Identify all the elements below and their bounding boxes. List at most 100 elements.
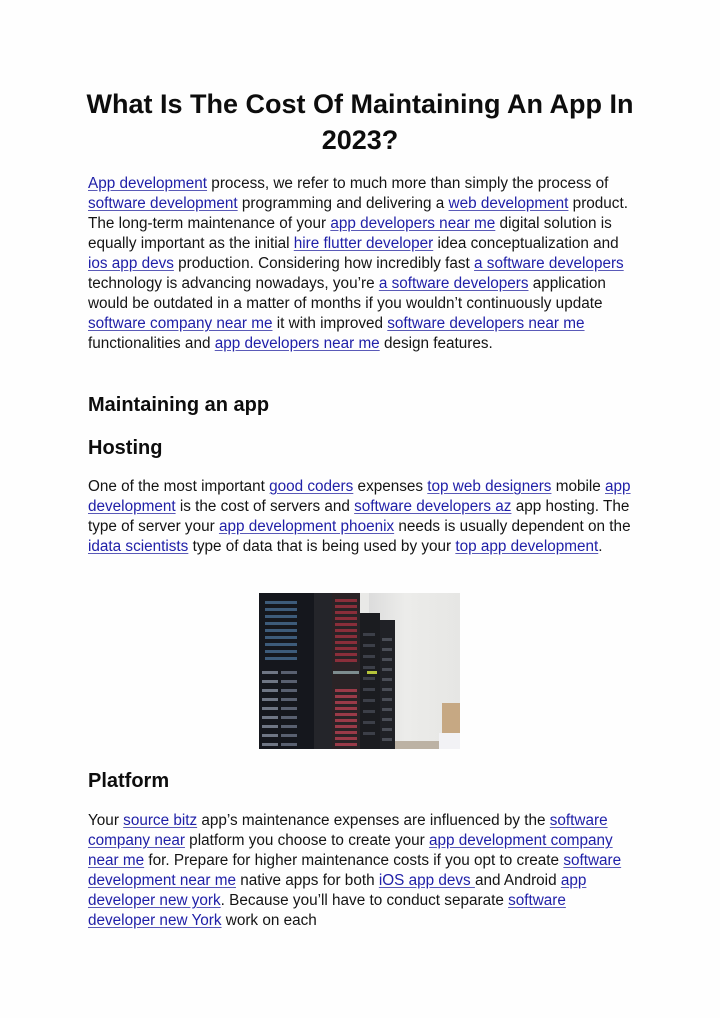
body-text: work on each [221, 912, 317, 929]
inline-link[interactable]: software company near me [88, 315, 273, 332]
image-rack-slot [281, 698, 297, 701]
image-rack-slot [335, 689, 357, 692]
inline-link[interactable]: web development [449, 195, 569, 212]
page-title: What Is The Cost Of Maintaining An App I… [86, 89, 634, 155]
image-rack-slot [363, 699, 375, 702]
image-rack-slot [281, 725, 297, 728]
image-rack-slot [281, 707, 297, 710]
image-rack-slot [335, 617, 357, 620]
image-rack-slot [262, 689, 278, 692]
image-rack-slot [363, 688, 375, 691]
image-rack-slot [335, 647, 357, 650]
body-text: needs is usually dependent on the [394, 518, 631, 535]
image-rack-slot [265, 608, 297, 611]
image-rack-slot [382, 698, 392, 701]
image-rack-slot [335, 611, 357, 614]
image-rack-slot [265, 657, 297, 660]
body-text: is the cost of servers and [175, 498, 355, 515]
inline-link[interactable]: software developers az [354, 498, 511, 515]
body-text: it with improved [272, 315, 388, 332]
image-rack-slot [335, 599, 357, 602]
body-text: Your [88, 812, 124, 829]
image-rack-slot [363, 644, 375, 647]
body-text: . Because you’ll have to conduct separat… [220, 892, 509, 909]
image-rack-slot [335, 713, 357, 716]
image-rack-slot [335, 629, 357, 632]
inline-link[interactable]: hire flutter developer [294, 235, 433, 252]
inline-link[interactable]: a software developers [379, 275, 529, 292]
inline-link[interactable]: software development [88, 195, 238, 212]
inline-link[interactable]: app developers near me [215, 335, 380, 352]
hosting-paragraph: One of the most important good coders ex… [88, 477, 633, 557]
body-text: type of data that is being used by your [188, 538, 456, 555]
intro-paragraph: App development process, we refer to muc… [88, 174, 633, 354]
image-rack-slot [335, 605, 357, 608]
inline-link[interactable]: top web designers [427, 478, 551, 495]
body-text: technology is advancing nowadays, you’re [88, 275, 379, 292]
inline-link[interactable]: top app development [455, 538, 598, 555]
image-rack-slot [262, 725, 278, 728]
image-rack-slot [335, 635, 357, 638]
image-rack-slot [382, 708, 392, 711]
body-text: app’s maintenance expenses are influence… [197, 812, 550, 829]
inline-link[interactable]: app developers near me [330, 215, 495, 232]
image-rack-slot [281, 671, 297, 674]
body-text: One of the most important [88, 478, 270, 495]
image-rack-slot [382, 648, 392, 651]
body-text: idea conceptualization and [433, 235, 619, 252]
image-rack-slot [262, 671, 278, 674]
image-rack-slot [335, 653, 357, 656]
image-rack-slot [265, 615, 297, 618]
image-rack-slot [382, 688, 392, 691]
image-rack-slot [335, 701, 357, 704]
image-rack-slot [335, 623, 357, 626]
image-rack-slot [265, 650, 297, 653]
image-rack-slot [262, 707, 278, 710]
image-rack-slot [363, 677, 375, 680]
inline-link[interactable]: a software developers [474, 255, 624, 272]
image-rack-slot [363, 721, 375, 724]
image-rack-slot [382, 738, 392, 741]
image-rack-slot [335, 641, 357, 644]
image-rack-slot [281, 734, 297, 737]
inline-link[interactable]: App development [88, 175, 207, 192]
image-rack-slot [335, 743, 357, 746]
inline-link[interactable]: software developers near me [387, 315, 584, 332]
inline-link[interactable]: good coders [269, 478, 353, 495]
heading-platform: Platform [88, 770, 170, 792]
image-rack-slot [382, 718, 392, 721]
inline-link[interactable]: iOS app devs [379, 872, 475, 889]
body-text: native apps for both [235, 872, 379, 889]
body-text: functionalities and [88, 335, 215, 352]
body-text: for. Prepare for higher maintenance cost… [144, 852, 564, 869]
body-text: design features. [379, 335, 493, 352]
body-text: mobile [551, 478, 606, 495]
inline-link[interactable]: source bitz [123, 812, 197, 829]
image-rack-slot [265, 601, 297, 604]
body-text: production. Considering how incredibly f… [173, 255, 475, 272]
image-rack-slot [262, 743, 278, 746]
image-rack-slot [363, 732, 375, 735]
inline-link[interactable]: idata scientists [88, 538, 188, 555]
image-rack-slot [363, 710, 375, 713]
body-text: process, we refer to much more than simp… [207, 175, 609, 192]
image-rack-slot [382, 728, 392, 731]
body-text: and Android [474, 872, 561, 889]
heading-hosting: Hosting [88, 437, 163, 459]
image-rack-slot [335, 707, 357, 710]
image-rack-slot [363, 633, 375, 636]
inline-link[interactable]: app development phoenix [219, 518, 394, 535]
image-rack-slot [262, 680, 278, 683]
image-rack-slot [265, 622, 297, 625]
image-rack-slot [335, 725, 357, 728]
body-text: platform you choose to create your [184, 832, 429, 849]
image-rack-slot [335, 695, 357, 698]
inline-link[interactable]: ios app devs [88, 255, 174, 272]
image-rack-slot [281, 743, 297, 746]
image-rack-slot [335, 659, 357, 662]
image-rack-slot [382, 658, 392, 661]
body-text: . [598, 538, 603, 555]
document-page: What Is The Cost Of Maintaining An App I… [0, 0, 720, 1018]
image-rack-slot [335, 719, 357, 722]
server-racks-image [259, 593, 460, 749]
